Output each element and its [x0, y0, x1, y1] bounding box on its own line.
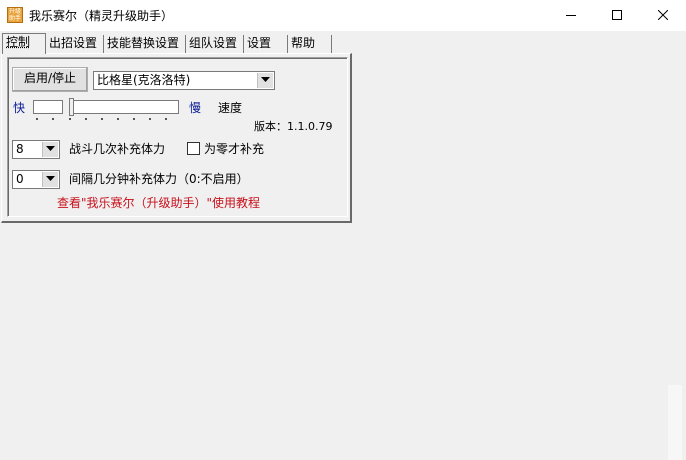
interval-select-value: 0: [16, 172, 24, 186]
tutorial-link[interactable]: 查看"我乐赛尔（升级助手）"使用教程: [57, 195, 260, 211]
zero-refill-checkbox[interactable]: [187, 142, 200, 155]
slider-tick: [165, 118, 167, 120]
vertical-scrollbar[interactable]: [668, 385, 682, 460]
close-icon: [658, 10, 668, 20]
tab-team-settings[interactable]: 组队设置: [186, 35, 244, 53]
speed-slider-track: [69, 100, 179, 114]
version-value: 1.1.0.79: [287, 120, 333, 133]
tab-control[interactable]: 控制: [2, 33, 46, 54]
interval-label: 间隔几分钟补充体力（0:不启用）: [69, 172, 249, 186]
app-icon: 升级助手: [7, 7, 23, 23]
speed-slow-label: 慢: [189, 101, 202, 115]
tab-attack-settings[interactable]: 出招设置: [46, 35, 104, 53]
close-button[interactable]: [640, 0, 686, 31]
maximize-icon: [612, 10, 622, 20]
battles-select[interactable]: 8: [12, 140, 60, 159]
tab-label: 出招设置: [49, 36, 98, 50]
version-info: 版本：1.1.0.79: [254, 119, 332, 135]
slider-tick: [69, 118, 71, 120]
zero-refill-label: 为零才补充: [204, 142, 265, 156]
interval-select-dropdown[interactable]: [42, 172, 58, 187]
app-window: 升级助手 我乐赛尔（精灵升级助手） 控制 出招设置 技能替换设置 组队设置 设置…: [0, 0, 686, 460]
speed-title: 速度: [218, 101, 243, 115]
pet-select[interactable]: 比格星(克洛洛特): [93, 71, 275, 90]
chevron-down-icon: [46, 176, 55, 181]
speed-value-box: [33, 100, 63, 114]
battles-label: 战斗几次补充体力: [69, 142, 166, 156]
chevron-down-icon: [261, 77, 270, 82]
tab-help[interactable]: 帮助: [288, 35, 332, 53]
tab-settings[interactable]: 设置: [244, 35, 288, 53]
slider-tick: [101, 118, 103, 120]
slider-tick: [149, 118, 151, 120]
minimize-button[interactable]: [548, 0, 594, 31]
maximize-button[interactable]: [594, 0, 640, 31]
slider-tick: [36, 118, 38, 120]
tab-label: 控制: [6, 35, 31, 49]
chevron-down-icon: [46, 146, 55, 151]
tab-label: 设置: [247, 36, 272, 50]
tab-skill-replace-settings[interactable]: 技能替换设置: [104, 35, 186, 53]
title-bar[interactable]: 升级助手 我乐赛尔（精灵升级助手）: [0, 0, 686, 31]
minimize-icon: [566, 15, 576, 16]
pet-select-dropdown[interactable]: [257, 73, 273, 88]
tab-label: 帮助: [291, 36, 316, 50]
slider-tick: [52, 118, 54, 120]
pet-select-value: 比格星(克洛洛特): [97, 73, 191, 87]
interval-select[interactable]: 0: [12, 170, 60, 189]
slider-tick: [117, 118, 119, 120]
slider-tick: [133, 118, 135, 120]
tab-label: 技能替换设置: [107, 36, 180, 50]
version-label: 版本：: [254, 120, 287, 133]
speed-fast-label: 快: [13, 101, 26, 115]
slider-tick: [85, 118, 87, 120]
control-panel: 启用/停止 比格星(克洛洛特) 快 慢 速度 版本：1.1.0.79 8 战斗几…: [1, 53, 352, 223]
battles-select-value: 8: [16, 142, 24, 156]
start-stop-button[interactable]: 启用/停止: [12, 67, 88, 92]
window-title: 我乐赛尔（精灵升级助手）: [29, 9, 174, 23]
battles-select-dropdown[interactable]: [42, 142, 58, 157]
speed-slider-thumb[interactable]: [69, 98, 74, 116]
speed-slider[interactable]: [33, 98, 179, 124]
tab-label: 组队设置: [189, 36, 238, 50]
